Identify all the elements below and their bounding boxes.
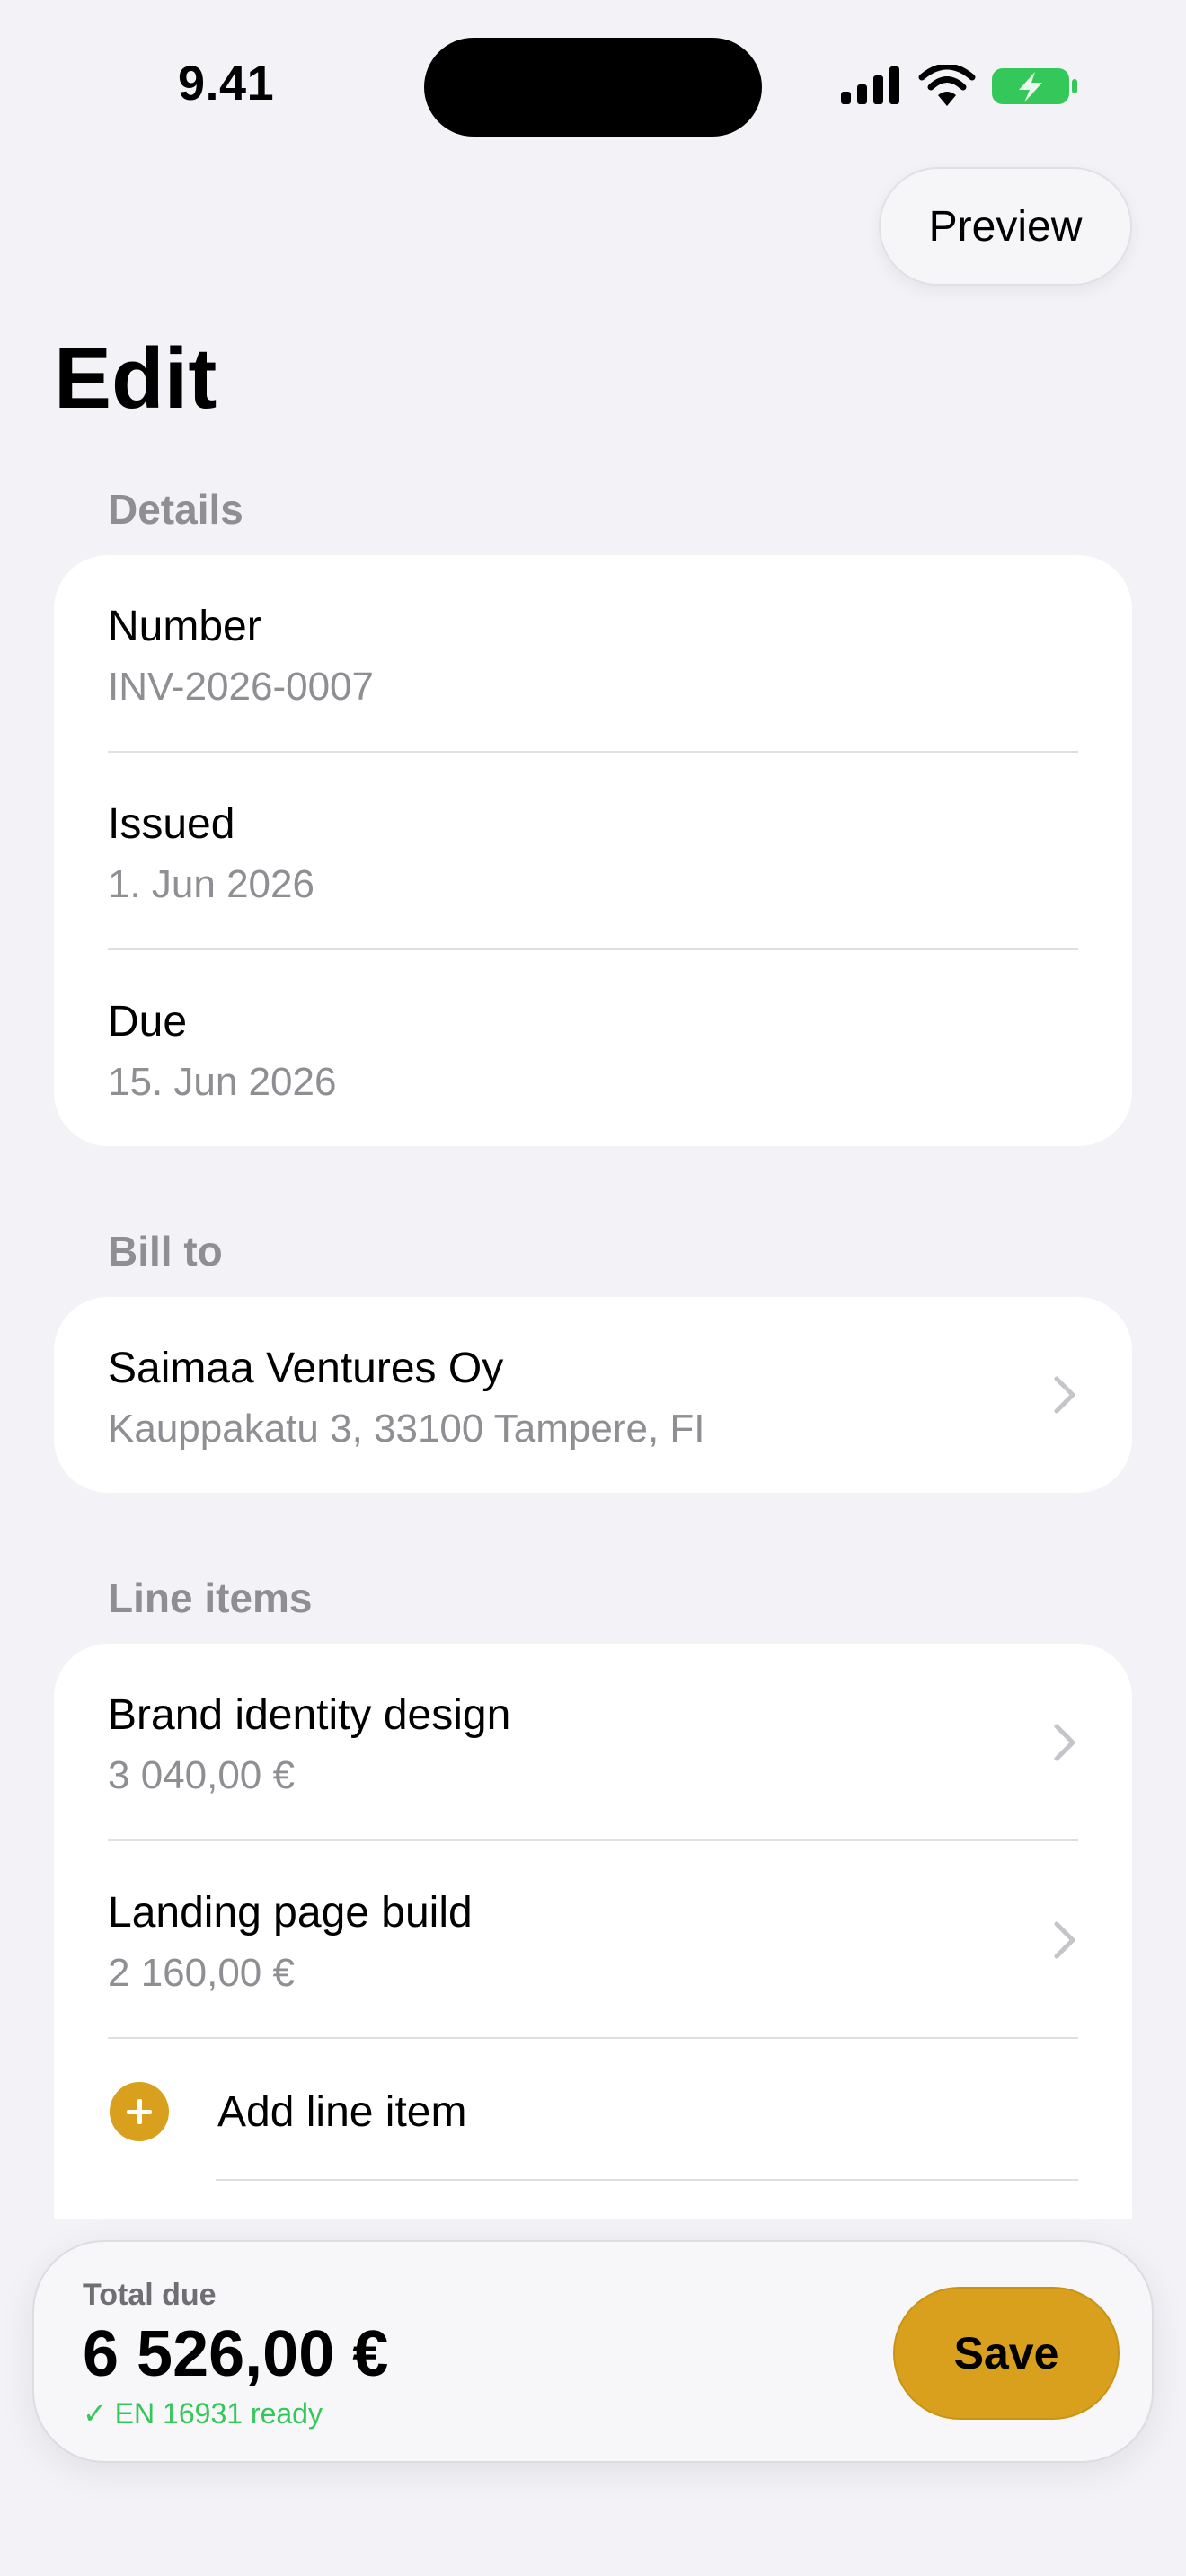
wifi-icon: [918, 65, 976, 106]
dynamic-island: [424, 38, 762, 137]
section-header-bill-to: Bill to: [108, 1228, 223, 1275]
line-item-name: Brand identity design: [108, 1691, 511, 1739]
bill-to-row[interactable]: Saimaa Ventures Oy Kauppakatu 3, 33100 T…: [54, 1297, 1132, 1493]
add-line-item-button[interactable]: Add line item: [54, 2039, 1132, 2183]
details-card: Number INV-2026-0007 Issued 1. Jun 2026 …: [54, 555, 1132, 1146]
compliance-status: ✓ EN 16931 ready: [83, 2397, 323, 2430]
line-item-row[interactable]: Brand identity design 3 040,00 €: [54, 1644, 1132, 1841]
status-bar: 9.41: [0, 0, 1186, 171]
client-address: Kauppakatu 3, 33100 Tampere, FI: [108, 1407, 705, 1451]
battery-charging-icon: [992, 68, 1077, 104]
cellular-signal-icon: [841, 66, 899, 104]
total-due-value: 6 526,00 €: [83, 2318, 389, 2390]
details-row-number[interactable]: Number INV-2026-0007: [54, 555, 1132, 753]
section-header-line-items: Line items: [108, 1575, 313, 1621]
issued-label: Issued: [108, 800, 235, 848]
divider: [216, 2179, 1078, 2181]
line-item-amount: 2 160,00 €: [108, 1951, 295, 1995]
line-item-amount: 3 040,00 €: [108, 1753, 295, 1797]
add-circle-icon: [110, 2082, 169, 2141]
chevron-right-icon: [1054, 1376, 1075, 1414]
line-items-card: Brand identity design 3 040,00 € Landing…: [54, 1644, 1132, 2219]
number-label: Number: [108, 603, 261, 650]
status-time: 9.41: [178, 57, 275, 110]
total-bar: Total due 6 526,00 € ✓ EN 16931 ready Sa…: [32, 2240, 1154, 2463]
line-item-name: Landing page build: [108, 1889, 473, 1936]
details-row-issued[interactable]: Issued 1. Jun 2026: [54, 753, 1132, 950]
total-due-label: Total due: [83, 2278, 217, 2312]
due-label: Due: [108, 998, 188, 1045]
line-item-row[interactable]: Landing page build 2 160,00 €: [54, 1841, 1132, 2039]
client-name: Saimaa Ventures Oy: [108, 1345, 504, 1392]
due-value: 15. Jun 2026: [108, 1060, 337, 1104]
preview-button[interactable]: Preview: [879, 167, 1132, 286]
chevron-right-icon: [1054, 1724, 1075, 1761]
add-line-item-label: Add line item: [217, 2088, 467, 2136]
section-header-details: Details: [108, 486, 243, 533]
save-button[interactable]: Save: [893, 2287, 1120, 2420]
page-title: Edit: [54, 331, 217, 427]
chevron-right-icon: [1054, 1921, 1075, 1959]
bill-to-card: Saimaa Ventures Oy Kauppakatu 3, 33100 T…: [54, 1297, 1132, 1493]
details-row-due[interactable]: Due 15. Jun 2026: [54, 950, 1132, 1146]
number-value: INV-2026-0007: [108, 665, 374, 709]
issued-value: 1. Jun 2026: [108, 862, 314, 906]
